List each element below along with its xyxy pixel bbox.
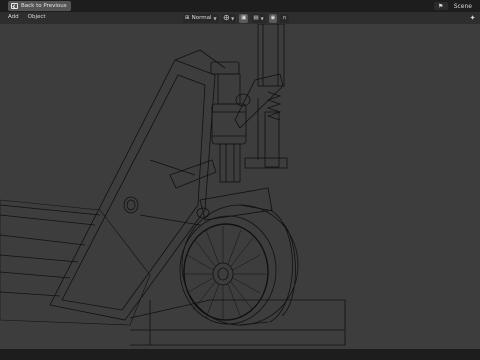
transform-orientation-label: Normal [191, 15, 212, 21]
proportional-edit-icon: ◉ [270, 15, 276, 21]
header-menu: Add Object [8, 14, 46, 20]
handle-spring [234, 24, 288, 169]
scene-selector[interactable]: ⚑ Scene [433, 1, 472, 11]
3d-viewport[interactable] [0, 24, 480, 349]
chassis-plate [49, 49, 226, 321]
transform-orientation-icon: ⊞ [185, 15, 190, 21]
wheel [179, 204, 299, 326]
proportional-falloff-dropdown[interactable]: ∩ [280, 13, 289, 23]
menu-object[interactable]: Object [28, 14, 46, 20]
chevron-down-icon: ▼ [231, 15, 235, 21]
chevron-down-icon: ▼ [213, 15, 217, 21]
wireframe-model [0, 24, 346, 346]
viewport-header: Add Object ⊞ Normal ▼ ⨁ ▼ ▣ ▤ ▼ ◉ ∩ ✦ [0, 12, 480, 24]
axle-pin [123, 159, 217, 214]
status-bar [0, 349, 480, 360]
chevron-down-icon: ▼ [260, 15, 264, 21]
transform-orientation-dropdown[interactable]: ⊞ Normal ▼ [183, 13, 219, 23]
back-to-previous-label: Back to Previous [21, 3, 67, 9]
falloff-icon: ∩ [282, 15, 287, 21]
scene-label: Scene [453, 2, 472, 10]
proportional-edit-toggle[interactable]: ◉ [268, 13, 278, 23]
fork-frame [0, 199, 346, 346]
snap-toggle[interactable]: ▣ [239, 13, 249, 23]
pivot-dropdown[interactable]: ⨁ ▼ [221, 13, 237, 23]
snap-icon: ▣ [241, 15, 247, 21]
back-icon [11, 3, 18, 9]
view-toggle-icon[interactable]: ✦ [468, 13, 477, 23]
scene-icon[interactable]: ⚑ [433, 2, 448, 10]
menu-add[interactable]: Add [8, 14, 19, 20]
top-bar: Back to Previous ⚑ Scene [0, 0, 480, 12]
snap-target-icon: ▤ [253, 15, 259, 21]
header-tools: ⊞ Normal ▼ ⨁ ▼ ▣ ▤ ▼ ◉ ∩ [183, 13, 289, 23]
back-to-previous-button[interactable]: Back to Previous [8, 1, 71, 11]
snap-dropdown[interactable]: ▤ ▼ [251, 13, 266, 23]
pivot-icon: ⨁ [223, 15, 230, 21]
